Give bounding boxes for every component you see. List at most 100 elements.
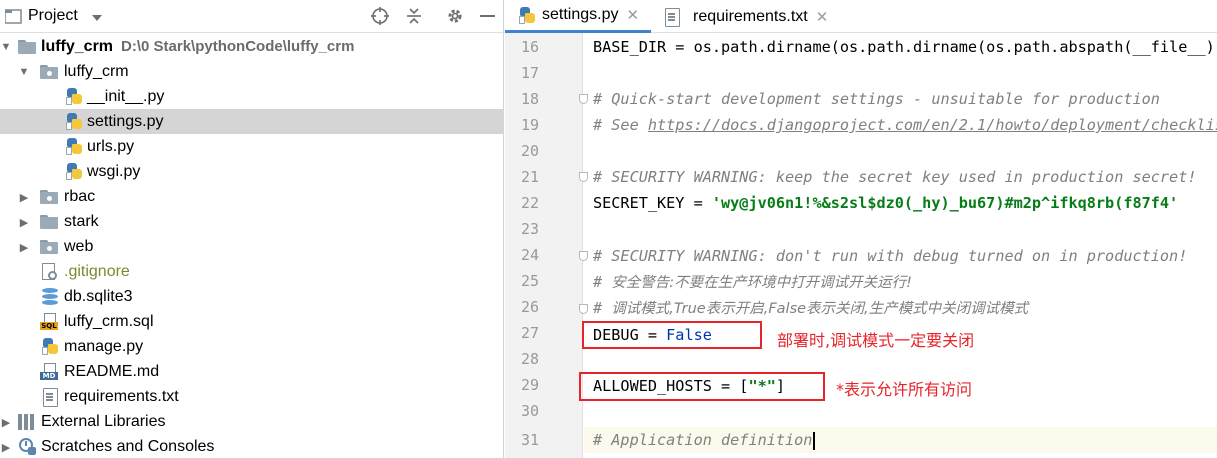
database-icon <box>42 288 58 305</box>
tree-label: .gitignore <box>64 263 130 280</box>
tree-label: rbac <box>64 188 96 205</box>
editor: settings.py ✕ requirements.txt ✕ 16 17 1… <box>505 0 1217 458</box>
tree-row-manage-py[interactable]: manage.py <box>0 334 503 359</box>
line-number: 24 <box>520 246 539 264</box>
tree-row-luffy-crm-package[interactable]: ▼ luffy_crm <box>0 59 503 84</box>
code-line-25[interactable]: # 安全警告:不要在生产环境中打开调试开关运行! <box>593 269 912 295</box>
tree-row-stark[interactable]: ▶ stark <box>0 209 503 234</box>
chevron-down-icon[interactable]: ▼ <box>18 66 30 78</box>
line-number: 16 <box>520 38 539 56</box>
scratches-icon <box>19 438 37 455</box>
tree-row-gitignore[interactable]: .gitignore <box>0 259 503 284</box>
gitignore-file-icon <box>42 263 58 280</box>
tree-row-external-libraries[interactable]: ▶ External Libraries <box>0 409 503 434</box>
fold-marker-icon[interactable] <box>579 172 588 182</box>
sql-file-icon: SQL <box>40 313 58 330</box>
gear-icon[interactable] <box>445 6 465 26</box>
text-caret <box>813 431 816 450</box>
line-number: 31 <box>520 431 539 449</box>
folder-icon <box>40 215 58 229</box>
python-file-icon <box>66 163 83 180</box>
chevron-down-icon[interactable] <box>87 8 107 28</box>
collapse-all-icon[interactable] <box>404 6 424 26</box>
markdown-file-icon: MD <box>40 363 58 380</box>
package-folder-icon <box>40 240 58 254</box>
code-line-21[interactable]: # SECURITY WARNING: keep the secret key … <box>593 164 1196 190</box>
tree-row-urls-py[interactable]: urls.py <box>0 134 503 159</box>
project-header: Project <box>0 0 503 33</box>
library-icon <box>18 414 38 430</box>
tab-settings-py[interactable]: settings.py ✕ <box>505 0 651 33</box>
python-file-icon <box>66 138 83 155</box>
package-folder-icon <box>40 65 58 79</box>
tree-row-wsgi-py[interactable]: wsgi.py <box>0 159 503 184</box>
debug-annotation: 部署时,调试模式一定要关闭 <box>777 331 975 350</box>
python-file-icon <box>66 113 83 130</box>
tree-row-readme-md[interactable]: MD README.md <box>0 359 503 384</box>
chevron-right-icon[interactable]: ▶ <box>18 191 30 204</box>
python-file-icon <box>66 88 83 105</box>
tree-label: External Libraries <box>41 413 166 430</box>
tab-label: settings.py <box>542 6 619 23</box>
line-number: 25 <box>520 272 539 290</box>
code-line-19[interactable]: # See https://docs.djangoproject.com/en/… <box>593 112 1217 138</box>
tree-label: stark <box>64 213 99 230</box>
tree-row-luffy-crm-sql[interactable]: SQL luffy_crm.sql <box>0 309 503 334</box>
tree-label: requirements.txt <box>64 388 179 405</box>
tree-row-init-py[interactable]: __init__.py <box>0 84 503 109</box>
line-number: 28 <box>520 350 539 368</box>
fold-marker-icon[interactable] <box>579 251 588 261</box>
close-icon[interactable]: ✕ <box>816 8 829 26</box>
code-line-26[interactable]: # 调试模式,True表示开启,False表示关闭,生产模式中关闭调试模式 <box>593 295 1028 321</box>
tree-row-luffy-crm-root[interactable]: ▼ luffy_crm D:\0 Stark\pythonCode\luffy_c… <box>0 34 503 59</box>
line-number: 20 <box>520 142 539 160</box>
chevron-right-icon[interactable]: ▶ <box>18 216 30 229</box>
tree-row-scratches[interactable]: ▶ Scratches and Consoles <box>0 434 503 458</box>
line-number: 30 <box>520 402 539 420</box>
tree-label: wsgi.py <box>87 163 141 180</box>
code-line-24[interactable]: # SECURITY WARNING: don't run with debug… <box>593 243 1187 269</box>
tree-row-requirements-txt[interactable]: requirements.txt <box>0 384 503 409</box>
chevron-right-icon[interactable]: ▶ <box>0 441 12 454</box>
project-panel: Project ▼ luffy_crm D:\0 Stark\pythonCode… <box>0 0 504 458</box>
line-number-gutter: 16 17 18 19 20 21 22 23 24 25 26 27 28 2… <box>505 33 583 458</box>
allowed-hosts-annotation: *表示允许所有访问 <box>836 380 973 399</box>
minimize-icon[interactable] <box>478 6 498 26</box>
project-title[interactable]: Project <box>28 7 78 25</box>
chevron-right-icon[interactable]: ▶ <box>18 241 30 254</box>
line-number: 26 <box>520 298 539 316</box>
text-file-icon <box>43 388 58 407</box>
fold-marker-icon[interactable] <box>579 304 588 314</box>
close-icon[interactable]: ✕ <box>626 6 639 24</box>
tree-row-web[interactable]: ▶ web <box>0 234 503 259</box>
docs-link[interactable]: https://docs.djangoproject.com/en/2.1/ho… <box>648 116 1217 134</box>
tree-label: db.sqlite3 <box>64 288 133 305</box>
code-line-16[interactable]: BASE_DIR = os.path.dirname(os.path.dirna… <box>593 34 1217 60</box>
allowed-hosts-highlight-box <box>579 372 825 401</box>
tab-requirements-txt[interactable]: requirements.txt ✕ <box>653 0 833 33</box>
line-number: 18 <box>520 90 539 108</box>
project-view-icon[interactable] <box>4 6 24 26</box>
tree-label: __init__.py <box>87 88 165 105</box>
chevron-right-icon[interactable]: ▶ <box>0 416 12 429</box>
tree-label: luffy_crm.sql <box>64 313 154 330</box>
code-line-18[interactable]: # Quick-start development settings - uns… <box>593 86 1160 112</box>
tree-row-rbac[interactable]: ▶ rbac <box>0 184 503 209</box>
tree-label: web <box>64 238 94 255</box>
tab-label: requirements.txt <box>693 7 808 25</box>
tree-row-db-sqlite3[interactable]: db.sqlite3 <box>0 284 503 309</box>
line-number: 27 <box>520 324 539 342</box>
python-file-icon <box>519 6 536 24</box>
line-number: 21 <box>520 168 539 186</box>
locate-icon[interactable] <box>370 6 390 26</box>
code-line-31[interactable]: # Application definition <box>593 427 816 453</box>
package-folder-icon <box>40 190 58 204</box>
chevron-down-icon[interactable]: ▼ <box>0 41 12 53</box>
line-number: 17 <box>520 64 539 82</box>
code-line-22[interactable]: SECRET_KEY = 'wy@jv06n1!%&s2sl$dz0(_hy)_… <box>593 190 1178 216</box>
editor-tabbar: settings.py ✕ requirements.txt ✕ <box>505 0 1217 33</box>
tree-label: README.md <box>64 363 160 380</box>
fold-marker-icon[interactable] <box>579 94 588 104</box>
project-path: D:\0 Stark\pythonCode\luffy_crm <box>121 38 355 55</box>
tree-row-settings-py[interactable]: settings.py <box>0 109 503 134</box>
